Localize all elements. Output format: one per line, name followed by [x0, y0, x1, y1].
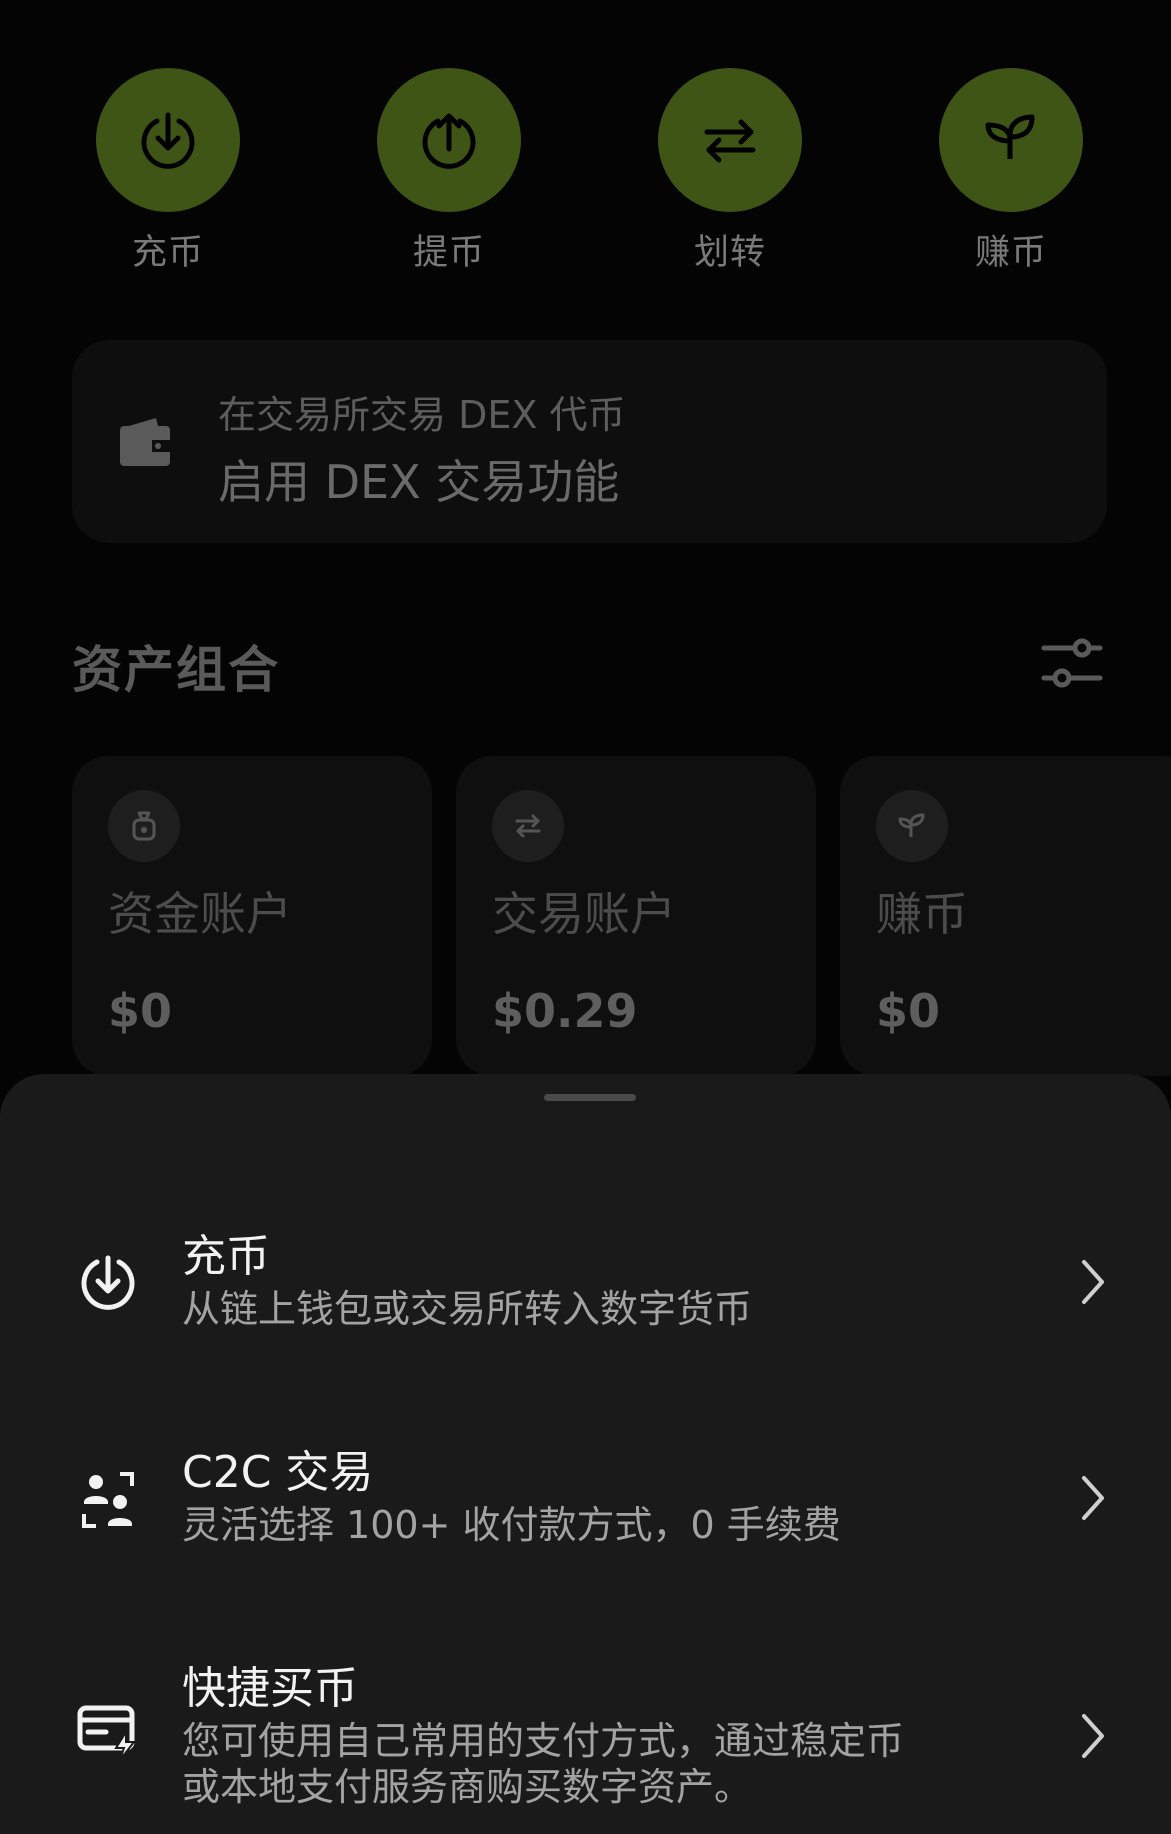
portfolio-title: 资产组合: [72, 641, 280, 699]
bottom-sheet: 充币 从链上钱包或交易所转入数字货币 C2C 交易 灵活选择 100+ 收付款方…: [0, 1074, 1171, 1834]
download-circle-icon: [141, 112, 195, 169]
sheet-item-desc: 从链上钱包或交易所转入数字货币: [182, 1287, 753, 1331]
transfer-icon-wrap: [492, 790, 564, 862]
transfer-action[interactable]: 划转: [658, 68, 802, 275]
chevron-right-icon: [1082, 1476, 1104, 1520]
dex-banner-subtitle: 在交易所交易 DEX 代币: [218, 393, 626, 437]
earn-action[interactable]: 赚币: [939, 68, 1083, 275]
wallet-icon: [120, 418, 170, 466]
account-name: 交易账户: [492, 887, 676, 941]
dex-banner-title: 启用 DEX 交易功能: [218, 455, 620, 509]
account-name: 资金账户: [108, 887, 292, 941]
page: 充币 提币 划转 赚币 在交易所交易 DEX 代币 启用 DEX 交易功能 资产…: [0, 0, 1171, 1834]
account-value: $0: [108, 984, 173, 1038]
c2c-users-icon: [82, 1472, 134, 1528]
dex-banner[interactable]: 在交易所交易 DEX 代币 启用 DEX 交易功能: [72, 340, 1107, 543]
withdraw-action[interactable]: 提币: [377, 68, 521, 275]
sliders-icon[interactable]: [1040, 636, 1104, 690]
sheet-item-quick-buy[interactable]: 快捷买币 您可使用自己常用的支付方式，通过稳定币 或本地支付服务商购买数字资产。: [0, 1652, 1171, 1822]
earn-circle[interactable]: [939, 68, 1083, 212]
money-bag-icon-wrap: [108, 790, 180, 862]
withdraw-circle[interactable]: [377, 68, 521, 212]
chevron-right-icon: [1082, 1260, 1104, 1304]
earn-account-card[interactable]: 赚币 $0: [840, 756, 1171, 1076]
sheet-item-title: C2C 交易: [182, 1447, 374, 1498]
money-bag-icon: [132, 811, 156, 841]
earn-label: 赚币: [974, 233, 1047, 273]
deposit-label: 充币: [131, 233, 204, 273]
sheet-item-desc: 灵活选择 100+ 收付款方式，0 手续费: [182, 1503, 841, 1547]
transfer-label: 划转: [693, 233, 766, 273]
transfer-arrows-icon: [515, 814, 541, 838]
card-lightning-icon: [77, 1705, 137, 1761]
upload-circle-icon: [422, 113, 476, 169]
leaf-icon: [985, 114, 1035, 159]
account-name: 赚币: [876, 887, 968, 941]
deposit-circle[interactable]: [96, 68, 240, 212]
sheet-item-title: 快捷买币: [182, 1663, 358, 1714]
trading-account-card[interactable]: 交易账户 $0.29: [456, 756, 816, 1076]
sheet-item-desc: 您可使用自己常用的支付方式，通过稳定币 或本地支付服务商购买数字资产。: [182, 1719, 905, 1809]
account-value: $0.29: [492, 984, 638, 1038]
withdraw-label: 提币: [412, 233, 485, 273]
sheet-drag-handle[interactable]: [544, 1094, 636, 1101]
sheet-item-c2c[interactable]: C2C 交易 灵活选择 100+ 收付款方式，0 手续费: [0, 1436, 1171, 1566]
leaf-icon: [898, 813, 925, 837]
leaf-icon-wrap: [876, 790, 948, 862]
download-circle-icon: [81, 1255, 135, 1310]
funding-account-card[interactable]: 资金账户 $0: [72, 756, 432, 1076]
account-value: $0: [876, 984, 941, 1038]
transfer-circle[interactable]: [658, 68, 802, 212]
deposit-action[interactable]: 充币: [96, 68, 240, 275]
chevron-right-icon: [1082, 1714, 1104, 1758]
sheet-item-deposit[interactable]: 充币 从链上钱包或交易所转入数字货币: [0, 1220, 1171, 1350]
transfer-arrows-icon: [704, 119, 756, 163]
sheet-item-title: 充币: [182, 1231, 270, 1282]
